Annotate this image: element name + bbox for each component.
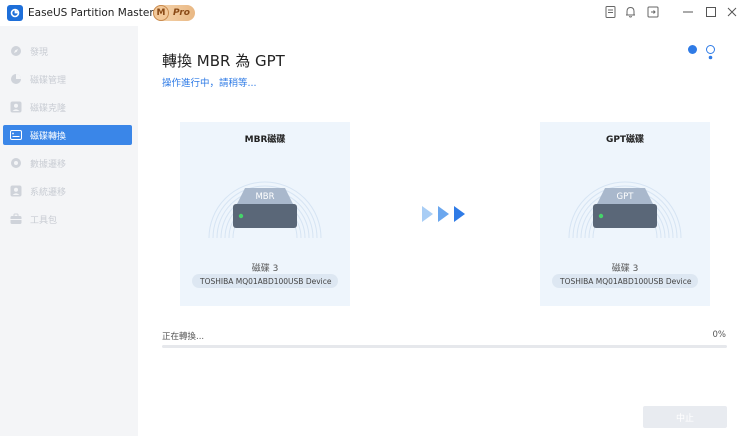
sidebar-item-label: 發現 [30, 47, 49, 58]
sidebar-item-disk-clone[interactable]: 磁碟克隆 [3, 97, 132, 117]
sidebar-item-label: 工具包 [30, 215, 58, 226]
discover-icon [9, 45, 22, 58]
target-disk-card: GPT磁碟 GPT 磁碟 3 TOSHIBA MQ01ABD100 USB De… [540, 122, 710, 306]
check-icon[interactable] [688, 45, 697, 58]
card-title: MBR磁碟 [244, 135, 286, 145]
disk-convert-icon [9, 129, 22, 142]
maximize-icon[interactable] [704, 5, 718, 19]
progress-bar [162, 345, 727, 348]
export-icon[interactable] [646, 5, 660, 19]
migrate-icon [9, 157, 22, 170]
disk-connection: USB Device [288, 276, 332, 286]
disk-info-bar: TOSHIBA MQ01ABD100 USB Device [552, 274, 698, 288]
sidebar-item-label: 磁碟轉換 [30, 131, 67, 142]
pro-badge-letter: M [153, 5, 169, 21]
progress-label: 正在轉換... [162, 332, 205, 342]
sidebar: 發現 磁碟管理 磁碟克隆 磁碟轉換 數據遷移 系統遷移 工具包 [0, 26, 138, 436]
radio-dot-icon[interactable] [706, 45, 715, 60]
pie-chart-icon [9, 73, 22, 86]
pro-badge[interactable]: M Pro [153, 5, 195, 21]
sidebar-item-system-migration[interactable]: 系統遷移 [3, 181, 132, 201]
close-icon[interactable] [725, 5, 739, 19]
progress-percent: 0% [712, 330, 727, 340]
sidebar-item-partition-manager[interactable]: 磁碟管理 [3, 69, 132, 89]
sidebar-item-label: 磁碟克隆 [30, 103, 67, 114]
disk-drive-icon [208, 181, 322, 239]
card-title: GPT磁碟 [605, 135, 645, 145]
triple-arrow-icon [422, 206, 465, 222]
stop-button[interactable]: 中止 [643, 406, 727, 428]
sidebar-item-label: 系統遷移 [30, 187, 67, 198]
sidebar-item-label: 磁碟管理 [30, 75, 67, 86]
sidebar-item-toolkit[interactable]: 工具包 [3, 209, 132, 229]
system-icon [9, 185, 22, 198]
disk-name: 磁碟 3 [611, 264, 639, 274]
minimize-icon[interactable] [681, 5, 695, 19]
user-icon [9, 101, 22, 114]
sidebar-item-data-migration[interactable]: 數據遷移 [3, 153, 132, 173]
bell-icon[interactable] [623, 5, 637, 19]
page-title: 轉換 MBR 為 GPT [162, 52, 285, 70]
source-disk-card: MBR磁碟 MBR 磁碟 3 TOSHIBA MQ01ABD100 USB De… [180, 122, 350, 306]
pro-badge-text: Pro [173, 8, 190, 18]
disk-name: 磁碟 3 [251, 264, 279, 274]
status-subtitle: 操作進行中，請稍等... [162, 78, 257, 89]
sidebar-item-discover[interactable]: 發現 [3, 41, 132, 61]
disk-model: TOSHIBA MQ01ABD100 [560, 276, 649, 286]
toolkit-icon [9, 213, 22, 226]
main-panel: 轉換 MBR 為 GPT 操作進行中，請稍等... MBR磁碟 MBR 磁碟 3 [138, 26, 740, 436]
disk-info-bar: TOSHIBA MQ01ABD100 USB Device [192, 274, 338, 288]
disk-model: TOSHIBA MQ01ABD100 [200, 276, 289, 286]
sidebar-item-label: 數據遷移 [30, 159, 67, 170]
disk-type-label: GPT [616, 192, 634, 202]
disk-connection: USB Device [648, 276, 692, 286]
app-logo-icon [7, 5, 23, 21]
disk-drive-icon [568, 181, 682, 239]
disk-type-label: MBR [255, 192, 275, 202]
sidebar-item-disk-convert[interactable]: 磁碟轉換 [3, 125, 132, 145]
notes-icon[interactable] [603, 5, 617, 19]
title-bar: EaseUS Partition Master 專業版 M Pro [0, 0, 740, 26]
